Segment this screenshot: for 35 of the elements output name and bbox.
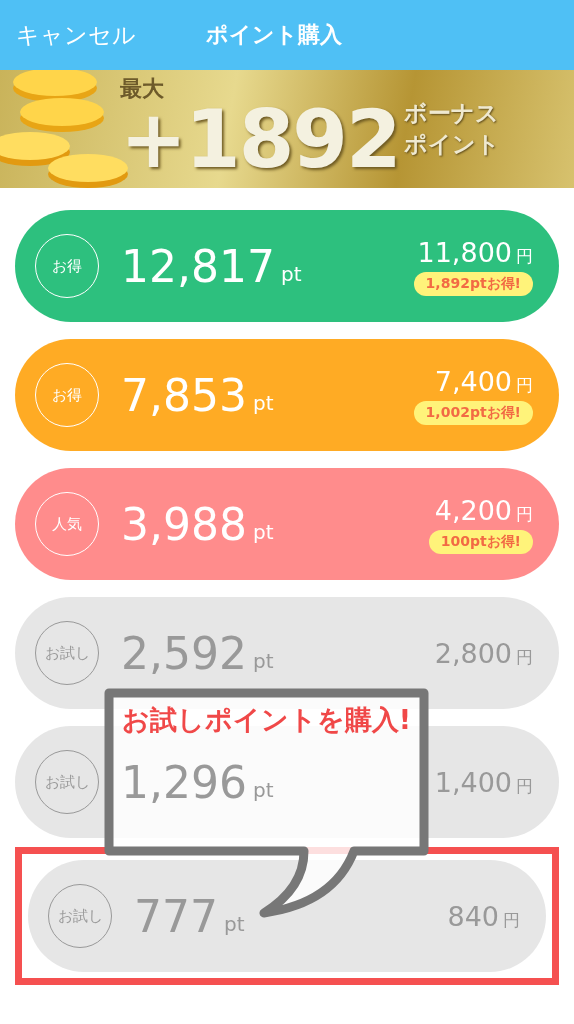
currency: 円 xyxy=(503,908,520,932)
banner-label: ポイント xyxy=(403,130,500,159)
points-unit: pt xyxy=(224,912,245,936)
price: 7,400 xyxy=(434,365,512,397)
price: 4,200 xyxy=(434,494,512,526)
banner-label: ボーナス xyxy=(403,99,500,128)
points-amount: 12,817 xyxy=(121,240,275,292)
currency: 円 xyxy=(516,774,533,798)
points-amount: 7,853 xyxy=(121,369,247,421)
bonus-tag: 1,892ptお得! xyxy=(413,271,533,296)
bonus-tag: 1,002ptお得! xyxy=(413,400,533,425)
plan-button[interactable]: お試し 777 pt 840 円 xyxy=(28,860,546,972)
price: 1,400 xyxy=(434,766,512,798)
points-unit: pt xyxy=(252,778,274,802)
points-unit: pt xyxy=(280,262,302,286)
price: 840 xyxy=(447,900,499,932)
price: 2,800 xyxy=(434,637,512,669)
bonus-tag: 100ptお得! xyxy=(428,529,533,554)
cancel-button[interactable]: キャンセル xyxy=(16,19,136,51)
points-amount: 1,296 xyxy=(121,756,247,808)
points-amount: 3,988 xyxy=(121,498,247,550)
currency: 円 xyxy=(516,244,533,268)
points-amount: 777 xyxy=(134,890,218,942)
plan-button[interactable]: お得 7,853 pt 7,400 円 1,002ptお得! xyxy=(15,339,559,451)
points-unit: pt xyxy=(252,391,274,415)
points-unit: pt xyxy=(252,649,274,673)
plan-button[interactable]: 人気 3,988 pt 4,200 円 100ptお得! xyxy=(15,468,559,580)
points-amount: 2,592 xyxy=(121,627,247,679)
currency: 円 xyxy=(516,502,533,526)
screen-title: ポイント購入 xyxy=(206,21,342,49)
currency: 円 xyxy=(516,373,533,397)
plan-button[interactable]: お得 12,817 pt 11,800 円 1,892ptお得! xyxy=(15,210,559,322)
currency: 円 xyxy=(516,645,533,669)
points-unit: pt xyxy=(252,520,274,544)
price: 11,800 xyxy=(417,236,512,268)
